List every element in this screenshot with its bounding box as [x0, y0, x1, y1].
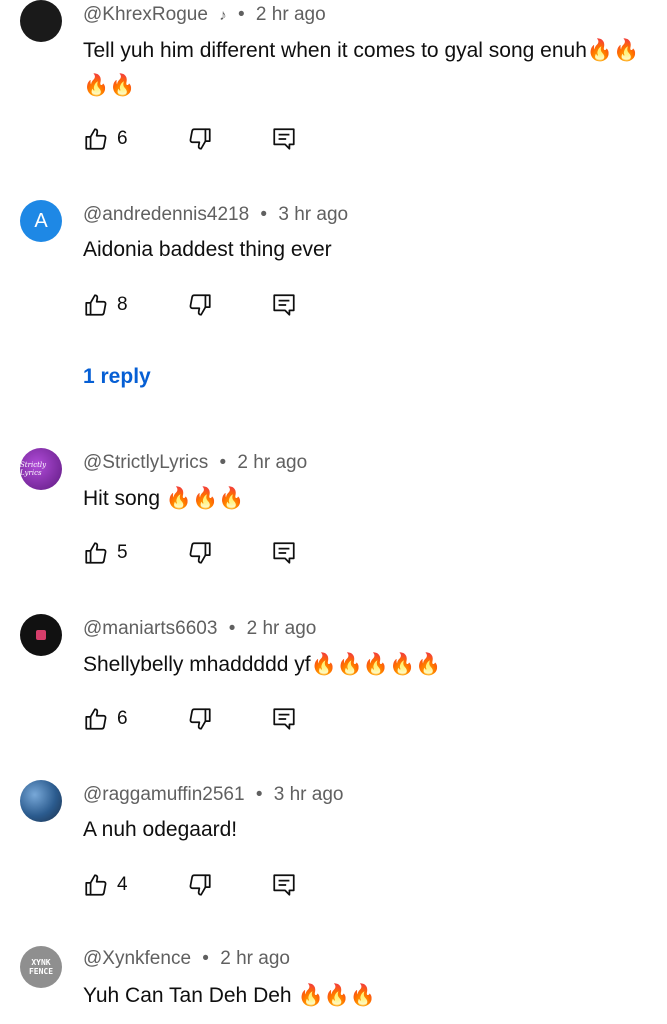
avatar-text: Strictly Lyrics — [20, 461, 47, 477]
comment-actions: 6 — [83, 704, 297, 734]
thumbs-down-icon — [189, 294, 211, 316]
music-note-icon: ♪ — [219, 7, 227, 24]
like-count: 6 — [117, 708, 128, 729]
comment-meta: @andredennis4218 • 3 hr ago — [83, 204, 348, 226]
comment-actions: 5 — [83, 538, 297, 568]
comment-meta: @StrictlyLyrics • 2 hr ago — [83, 452, 307, 474]
comment-time: 2 hr ago — [237, 452, 308, 473]
avatar-logo — [36, 630, 46, 640]
avatar-text: XYNK — [31, 958, 51, 967]
avatar[interactable] — [20, 614, 62, 656]
comment-text: Hit song 🔥🔥🔥 — [83, 481, 643, 516]
reply-button[interactable] — [271, 126, 297, 152]
reply-button[interactable] — [271, 292, 297, 318]
separator: • — [260, 204, 268, 225]
like-button[interactable]: 4 — [83, 872, 137, 898]
dislike-button[interactable] — [187, 540, 213, 566]
comment-body: Aidonia baddest thing ever — [83, 238, 332, 261]
comment-actions: 8 — [83, 290, 297, 320]
thumbs-up-icon — [85, 708, 107, 730]
fire-emoji: 🔥🔥🔥 — [297, 983, 376, 1007]
reply-button[interactable] — [271, 540, 297, 566]
comment-time: 2 hr ago — [255, 4, 326, 25]
avatar-letter: A — [34, 209, 48, 232]
comment-author[interactable]: @maniarts6603 — [83, 618, 217, 639]
separator: • — [202, 948, 209, 969]
comment-meta: @maniarts6603 • 2 hr ago — [83, 618, 316, 640]
comment-body: Tell yuh him different when it comes to … — [83, 39, 587, 62]
reply-comment-icon — [273, 294, 295, 316]
comment-text: Yuh Can Tan Deh Deh 🔥🔥🔥 — [83, 978, 643, 1013]
comment-author[interactable]: @raggamuffin2561 — [83, 784, 245, 805]
comment-text: Tell yuh him different when it comes to … — [83, 33, 643, 103]
thumbs-down-icon — [189, 128, 211, 150]
comment-time: 2 hr ago — [246, 618, 317, 639]
separator: • — [219, 452, 227, 473]
comment-author[interactable]: @StrictlyLyrics — [83, 452, 208, 473]
comment-text: A nuh odegaard! — [83, 813, 643, 847]
like-button[interactable]: 6 — [83, 126, 137, 152]
thumbs-up-icon — [85, 874, 107, 896]
reply-comment-icon — [273, 708, 295, 730]
reply-button[interactable] — [271, 706, 297, 732]
comment-meta: @Xynkfence • 2 hr ago — [83, 948, 290, 970]
fire-emoji: 🔥🔥🔥🔥🔥 — [310, 652, 442, 676]
comment-actions: 6 — [83, 124, 297, 154]
comment-time: 3 hr ago — [278, 204, 349, 225]
thumbs-down-icon — [189, 542, 211, 564]
dislike-button[interactable] — [187, 126, 213, 152]
view-replies-button[interactable]: 1 reply — [83, 365, 151, 389]
thumbs-up-icon — [85, 294, 107, 316]
comment-actions: 4 — [83, 870, 297, 900]
fire-emoji: 🔥🔥🔥 — [165, 486, 245, 510]
comment-body: A nuh odegaard! — [83, 818, 238, 841]
thumbs-up-icon — [85, 128, 107, 150]
comment-author[interactable]: @KhrexRogue — [83, 4, 208, 25]
comment-body: Shellybelly mhaddddd yf — [83, 653, 311, 676]
comment-body: Yuh Can Tan Deh Deh — [83, 984, 292, 1007]
like-count: 4 — [117, 874, 128, 895]
avatar[interactable]: Strictly Lyrics — [20, 448, 62, 490]
comment-author[interactable]: @andredennis4218 — [83, 204, 249, 225]
reply-button[interactable] — [271, 872, 297, 898]
reply-comment-icon — [273, 874, 295, 896]
avatar-text: FENCE — [28, 967, 54, 976]
like-button[interactable]: 6 — [83, 706, 137, 732]
comment-text: Aidonia baddest thing ever — [83, 233, 643, 267]
reply-comment-icon — [273, 542, 295, 564]
like-count: 5 — [117, 542, 128, 563]
comment-body: Hit song — [83, 487, 161, 510]
comment-meta: @KhrexRogue ♪ • 2 hr ago — [83, 4, 326, 26]
comment-text: Shellybelly mhaddddd yf🔥🔥🔥🔥🔥 — [83, 647, 643, 682]
comment-meta: @raggamuffin2561 • 3 hr ago — [83, 784, 344, 806]
dislike-button[interactable] — [187, 706, 213, 732]
like-button[interactable]: 8 — [83, 292, 137, 318]
comment-time: 3 hr ago — [273, 784, 344, 805]
like-count: 8 — [117, 294, 128, 315]
separator: • — [255, 784, 263, 805]
avatar[interactable] — [20, 0, 62, 42]
comment-author[interactable]: @Xynkfence — [83, 948, 191, 969]
reply-comment-icon — [273, 128, 295, 150]
avatar[interactable]: A — [20, 200, 62, 242]
like-button[interactable]: 5 — [83, 540, 137, 566]
avatar[interactable]: XYNK FENCE — [20, 946, 62, 988]
dislike-button[interactable] — [187, 292, 213, 318]
thumbs-down-icon — [189, 874, 211, 896]
avatar[interactable] — [20, 780, 62, 822]
dislike-button[interactable] — [187, 872, 213, 898]
like-count: 6 — [117, 128, 128, 149]
comment-time: 2 hr ago — [220, 948, 290, 969]
thumbs-up-icon — [85, 542, 107, 564]
separator: • — [237, 4, 245, 25]
separator: • — [228, 618, 236, 639]
thumbs-down-icon — [189, 708, 211, 730]
